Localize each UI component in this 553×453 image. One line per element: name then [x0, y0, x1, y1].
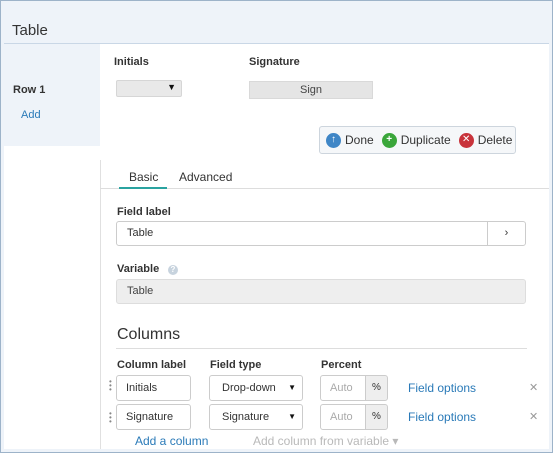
- action-toolbar: ↑ Done + Duplicate ✕ Delete: [319, 126, 516, 154]
- add-row-link[interactable]: Add: [21, 109, 41, 121]
- caret-down-icon: ▼: [288, 383, 296, 392]
- delete-label: Delete: [477, 133, 513, 147]
- variable-field: Table: [116, 279, 526, 304]
- remove-column-icon[interactable]: ✕: [529, 410, 538, 423]
- plus-circle-icon: +: [381, 132, 397, 148]
- percent-input[interactable]: Auto: [320, 375, 366, 401]
- caret-down-icon: ▼: [167, 82, 176, 92]
- column-header-signature: Signature: [249, 56, 300, 68]
- editor-tabs: Basic Advanced: [100, 163, 549, 189]
- window-title: Table: [12, 22, 48, 39]
- field-label-input[interactable]: Table: [116, 221, 488, 246]
- columns-section-title: Columns: [117, 326, 181, 343]
- add-column-from-variable-dropdown[interactable]: Add column from variable ▾: [253, 434, 398, 448]
- field-label-heading: Field label: [117, 206, 171, 218]
- percent-input[interactable]: Auto: [320, 404, 366, 430]
- percent-header: Percent: [321, 359, 362, 371]
- percent-addon: %: [365, 404, 388, 430]
- field-options-link[interactable]: Field options: [408, 381, 476, 395]
- drag-handle-icon[interactable]: • • •: [109, 378, 113, 394]
- caret-down-icon: ▼: [288, 412, 296, 421]
- x-circle-icon: ✕: [458, 132, 474, 148]
- done-label: Done: [345, 133, 374, 147]
- help-icon[interactable]: ?: [168, 265, 178, 275]
- sign-button-preview[interactable]: Sign: [249, 81, 373, 99]
- done-button[interactable]: ↑ Done: [326, 132, 374, 148]
- field-type-select[interactable]: Signature ▼: [209, 404, 303, 430]
- section-divider: [116, 348, 527, 349]
- field-type-value: Drop-down: [222, 382, 276, 394]
- column-header-initials: Initials: [114, 56, 149, 68]
- column-label-input[interactable]: Initials: [116, 375, 191, 401]
- up-arrow-circle-icon: ↑: [326, 132, 341, 148]
- column-label-header: Column label: [117, 359, 187, 371]
- duplicate-button[interactable]: + Duplicate: [381, 132, 451, 148]
- chevron-right-icon[interactable]: ›: [487, 221, 526, 246]
- row-label: Row 1: [13, 84, 46, 96]
- field-type-value: Signature: [222, 411, 270, 423]
- field-type-select[interactable]: Drop-down ▼: [209, 375, 303, 401]
- field-options-link[interactable]: Field options: [408, 410, 476, 424]
- remove-column-icon[interactable]: ✕: [529, 381, 538, 394]
- variable-heading: Variable: [117, 263, 160, 275]
- active-tab-indicator: [119, 187, 167, 189]
- delete-button[interactable]: ✕ Delete: [458, 132, 513, 148]
- tab-basic[interactable]: Basic: [129, 170, 158, 184]
- field-type-header: Field type: [210, 359, 262, 371]
- tab-advanced[interactable]: Advanced: [179, 170, 232, 184]
- drag-handle-icon[interactable]: • • •: [109, 410, 113, 426]
- percent-addon: %: [365, 375, 388, 401]
- add-column-link[interactable]: Add a column: [135, 434, 208, 448]
- left-blank-strip: [4, 146, 94, 449]
- duplicate-label: Duplicate: [400, 133, 451, 147]
- initials-dropdown-preview[interactable]: ▼: [116, 80, 182, 97]
- column-label-input[interactable]: Signature: [116, 404, 191, 430]
